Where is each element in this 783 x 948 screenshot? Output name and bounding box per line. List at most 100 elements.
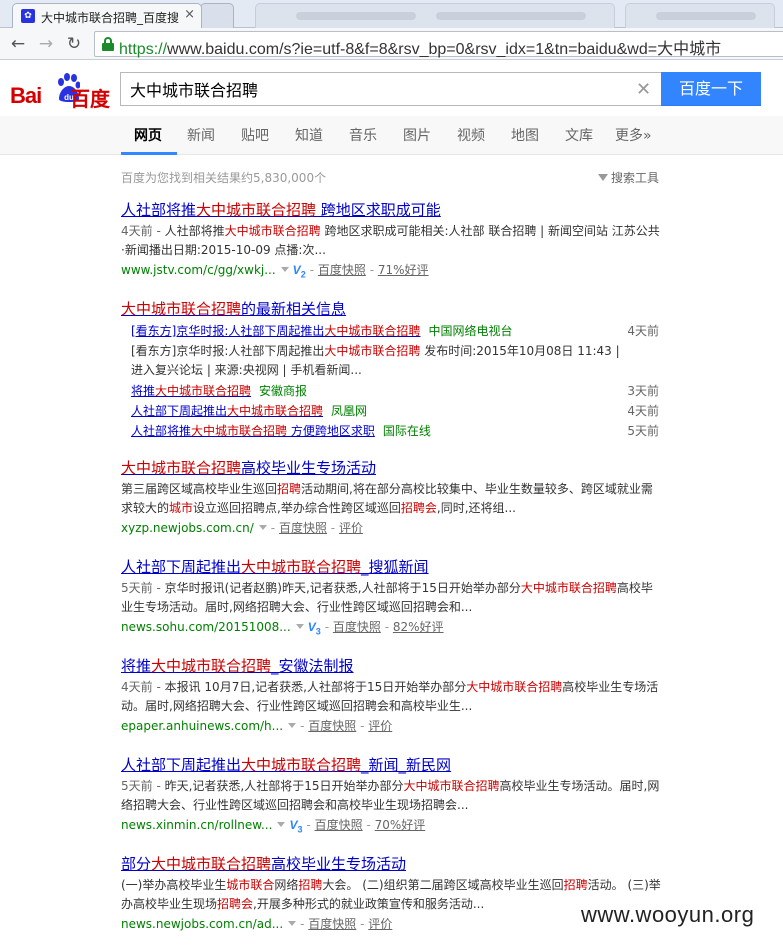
tab-tieba[interactable]: 贴吧 (241, 125, 269, 145)
dropdown-arrow-icon[interactable] (288, 723, 297, 728)
news-time: 4天前 (627, 404, 659, 418)
result-url-line: epaper.anhuinews.com/h... - 百度快照 - 评价 (121, 719, 393, 733)
snapshot-link[interactable]: 百度快照 (308, 917, 356, 931)
result-abstract: 4天前 - 本报讯 10月7日,记者获悉,人社部将于15日开始举办部分大中城市联… (121, 678, 661, 716)
result-url[interactable]: news.xinmin.cn/rollnew... (121, 818, 272, 832)
result-date: 5天前 - (121, 581, 165, 595)
dropdown-arrow-icon[interactable] (277, 822, 286, 827)
result-url[interactable]: news.newjobs.com.cn/ad... (121, 917, 283, 931)
browser-tab-new[interactable] (200, 3, 234, 28)
result-url-line: news.sohu.com/20151008... V3- 百度快照 - 82%好… (121, 620, 444, 637)
rating-link[interactable]: 评价 (368, 719, 392, 733)
search-tools-button[interactable]: 搜索工具 (598, 169, 659, 186)
tab-more[interactable]: 更多» (615, 125, 652, 145)
verified-v-icon[interactable]: V2 (293, 263, 306, 279)
news-list: [看东方]京华时报:人社部下周起推出大中城市联合招聘 中国网络电视台 4天前 [看东… (131, 322, 661, 442)
result-abstract-text: 昨天,记者获悉,人社部将于15日开始举办部分大中城市联合招聘高校毕业生专场活动。… (121, 779, 660, 812)
rating-link[interactable]: 评价 (339, 521, 363, 535)
search-result: 将推大中城市联合招聘_安徽法制报 4天前 - 本报讯 10月7日,记者获悉,人社… (121, 655, 661, 736)
result-date: 5天前 - (121, 779, 165, 793)
rating-link[interactable]: 70%好评 (375, 818, 426, 832)
news-source: 安徽商报 (259, 384, 308, 398)
snapshot-link[interactable]: 百度快照 (308, 719, 356, 733)
result-url[interactable]: news.sohu.com/20151008... (121, 620, 291, 634)
baidu-paw-icon: ✿ (21, 9, 35, 23)
result-abstract: 第三届跨区域高校毕业生巡回招聘活动期间,将在部分高校比较集中、毕业生数量较多、跨… (121, 480, 661, 518)
result-title-link[interactable]: 将推大中城市联合招聘_安徽法制报 (121, 655, 661, 677)
rating-link[interactable]: 评价 (368, 917, 392, 931)
verified-v-icon[interactable]: V3 (289, 818, 302, 834)
result-abstract-text: 京华时报讯(记者赵鹏)昨天,记者获悉,人社部将于15日开始举办部分大中城市联合招… (121, 581, 653, 614)
tab-zhidao[interactable]: 知道 (295, 125, 323, 145)
dropdown-arrow-icon[interactable] (258, 525, 267, 530)
result-url[interactable]: xyzp.newjobs.com.cn/ (121, 521, 254, 535)
search-result: 大中城市联合招聘高校毕业生专场活动 第三届跨区域高校毕业生巡回招聘活动期间,将在… (121, 457, 661, 538)
result-title-link[interactable]: 人社部将推大中城市联合招聘 跨地区求职成可能 (121, 199, 661, 221)
tab-map[interactable]: 地图 (511, 125, 539, 145)
news-source: 国际在线 (382, 424, 431, 438)
news-item-link[interactable]: 人社部将推大中城市联合招聘 方便跨地区求职 (131, 424, 375, 438)
address-bar[interactable]: https://www.baidu.com/s?ie=utf-8&f=8&rsv… (94, 31, 783, 58)
news-source: 中国网络电视台 (428, 324, 513, 338)
news-item-link[interactable]: 将推大中城市联合招聘 (131, 384, 251, 398)
baidu-logo[interactable]: Bai du 百度 (10, 69, 114, 111)
baidu-header: Bai du 百度 ✕ 百度一下 (0, 61, 783, 116)
result-abstract-text: 本报讯 10月7日,记者获悉,人社部将于15日开始举办部分大中城市联合招聘高校毕… (121, 680, 659, 713)
snapshot-link[interactable]: 百度快照 (333, 620, 381, 634)
blurred-text (436, 12, 586, 20)
url-text: https://www.baidu.com/s?ie=utf-8&f=8&rsv… (119, 41, 722, 58)
browser-tab-strip: ✿ 大中城市联合招聘_百度搜 × (0, 0, 783, 28)
result-url[interactable]: www.jstv.com/c/gg/xwkj... (121, 263, 276, 277)
result-title-link[interactable]: 大中城市联合招聘高校毕业生专场活动 (121, 457, 661, 479)
browser-tab-blurred[interactable] (625, 3, 775, 28)
blurred-text (656, 12, 756, 20)
news-item: 人社部下周起推出大中城市联合招聘 凤凰网 4天前 (131, 402, 661, 422)
tab-video[interactable]: 视频 (457, 125, 485, 145)
result-url-line: www.jstv.com/c/gg/xwkj... V2- 百度快照 - 71%好… (121, 263, 429, 280)
snapshot-link[interactable]: 百度快照 (315, 818, 363, 832)
search-result: 人社部下周起推出大中城市联合招聘_新闻_新民网 5天前 - 昨天,记者获悉,人社… (121, 754, 661, 839)
active-tab-indicator (121, 152, 177, 155)
result-title-link[interactable]: 人社部下周起推出大中城市联合招聘_搜狐新闻 (121, 556, 661, 578)
result-title-link[interactable]: 部分大中城市联合招聘高校毕业生专场活动 (121, 853, 661, 875)
news-block: 大中城市联合招聘的最新相关信息 (121, 298, 661, 320)
browser-toolbar: ← → ↻ https://www.baidu.com/s?ie=utf-8&f… (0, 28, 783, 60)
result-abstract: 4天前 - 人社部将推大中城市联合招聘 跨地区求职成可能相关:人社部 联合招聘 … (121, 222, 661, 260)
close-icon[interactable]: × (184, 7, 195, 22)
rating-link[interactable]: 71%好评 (378, 263, 429, 277)
forward-arrow-icon[interactable]: → (34, 32, 58, 56)
clear-icon[interactable]: ✕ (636, 79, 651, 100)
snapshot-link[interactable]: 百度快照 (279, 521, 327, 535)
news-item-link[interactable]: 人社部下周起推出大中城市联合招聘 (131, 404, 323, 418)
news-time: 5天前 (627, 424, 659, 438)
tab-wenku[interactable]: 文库 (565, 125, 593, 145)
snapshot-link[interactable]: 百度快照 (318, 263, 366, 277)
tab-images[interactable]: 图片 (403, 125, 431, 145)
news-item-link[interactable]: [看东方]京华时报:人社部下周起推出大中城市联合招聘 (131, 324, 420, 338)
blurred-text (296, 12, 416, 20)
browser-tab-active[interactable]: ✿ 大中城市联合招聘_百度搜 × (12, 3, 202, 28)
browser-tab-blurred[interactable] (255, 3, 615, 28)
tab-news[interactable]: 新闻 (187, 125, 215, 145)
back-arrow-icon[interactable]: ← (6, 32, 30, 56)
news-source: 凤凰网 (331, 404, 368, 418)
dropdown-arrow-icon[interactable] (288, 921, 297, 926)
news-block-title-link[interactable]: 大中城市联合招聘的最新相关信息 (121, 298, 661, 320)
filter-icon (598, 174, 608, 181)
search-button[interactable]: 百度一下 (661, 72, 761, 106)
news-item: 人社部将推大中城市联合招聘 方便跨地区求职 国际在线 5天前 (131, 422, 661, 442)
dropdown-arrow-icon[interactable] (280, 267, 289, 272)
search-tools-label: 搜索工具 (611, 171, 660, 185)
rating-link[interactable]: 82%好评 (393, 620, 444, 634)
reload-icon[interactable]: ↻ (62, 32, 86, 56)
result-title-link[interactable]: 人社部下周起推出大中城市联合招聘_新闻_新民网 (121, 754, 661, 776)
tab-web[interactable]: 网页 (134, 125, 162, 145)
verified-v-icon[interactable]: V3 (308, 620, 321, 636)
dropdown-arrow-icon[interactable] (295, 624, 304, 629)
lock-icon (102, 37, 114, 51)
search-input[interactable] (120, 72, 661, 106)
result-url-line: news.xinmin.cn/rollnew... V3- 百度快照 - 70%好… (121, 818, 426, 835)
tab-music[interactable]: 音乐 (349, 125, 377, 145)
tab-title: 大中城市联合招聘_百度搜 (41, 11, 180, 25)
result-url[interactable]: epaper.anhuinews.com/h... (121, 719, 283, 733)
